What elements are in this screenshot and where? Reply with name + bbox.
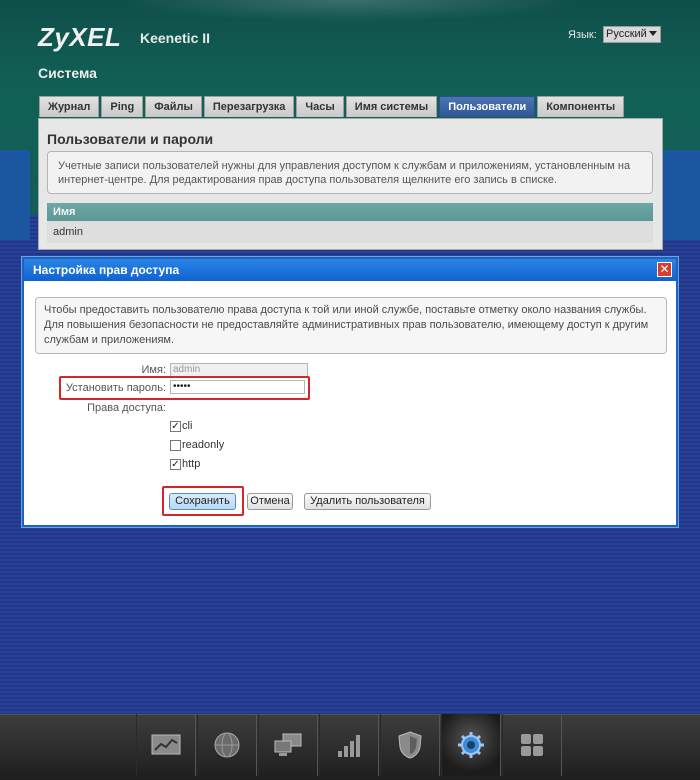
nav-security[interactable] xyxy=(380,714,440,776)
tab-users[interactable]: Пользователи xyxy=(439,96,536,117)
save-button[interactable]: Сохранить xyxy=(169,493,236,510)
apps-grid-icon xyxy=(521,734,543,756)
dialog-info: Чтобы предоставить пользователю права до… xyxy=(35,297,667,354)
chevron-down-icon xyxy=(649,31,657,36)
cancel-button[interactable]: Отмена xyxy=(247,493,293,510)
table-row[interactable]: admin xyxy=(47,221,653,243)
shield-icon xyxy=(398,731,422,759)
background-accent-right xyxy=(660,150,700,240)
language-select-value: Русский xyxy=(606,28,647,40)
nav-system[interactable] xyxy=(441,714,501,776)
nav-wifi[interactable] xyxy=(319,714,379,776)
gear-icon xyxy=(458,732,484,758)
checkbox-cli[interactable]: ✓ xyxy=(170,421,181,432)
dialog-title-text: Настройка прав доступа xyxy=(33,263,180,277)
dialog-title: Настройка прав доступа xyxy=(24,259,676,281)
device-model: Keenetic II xyxy=(140,30,211,46)
network-computers-icon xyxy=(274,733,302,756)
tab-system-name[interactable]: Имя системы xyxy=(345,96,438,117)
nav-home-network[interactable] xyxy=(258,714,318,776)
tab-reboot[interactable]: Перезагрузка xyxy=(203,96,295,117)
users-panel-title: Пользователи и пароли xyxy=(47,131,214,147)
monitor-chart-icon xyxy=(151,734,181,755)
checkbox-cli-label: cli xyxy=(182,420,193,432)
password-label: Установить пароль: xyxy=(65,382,166,394)
background-accent-left xyxy=(0,150,30,240)
language-select[interactable]: Русский xyxy=(603,26,661,43)
nav-applications[interactable] xyxy=(502,714,562,776)
section-title: Система xyxy=(38,65,97,81)
name-label: Имя: xyxy=(141,364,166,376)
signal-bars-icon xyxy=(338,735,360,757)
tab-bar: Журнал Ping Файлы Перезагрузка Часы Имя … xyxy=(39,96,625,118)
tab-ping[interactable]: Ping xyxy=(101,96,144,117)
users-table-header: Имя xyxy=(47,203,653,221)
access-rights-dialog: Настройка прав доступа ✕ Чтобы предостав… xyxy=(22,257,678,527)
name-field: admin xyxy=(170,363,308,377)
language-label: Язык: xyxy=(568,29,597,41)
delete-user-button[interactable]: Удалить пользователя xyxy=(304,493,431,510)
checkbox-http-label: http xyxy=(182,458,201,470)
tab-files[interactable]: Файлы xyxy=(145,96,202,117)
password-field[interactable]: ••••• xyxy=(170,380,305,394)
tab-clock[interactable]: Часы xyxy=(296,96,344,117)
tab-components[interactable]: Компоненты xyxy=(537,96,625,117)
users-panel-info: Учетные записи пользователей нужны для у… xyxy=(47,151,653,194)
brand-logo: ZyXEL xyxy=(38,22,122,52)
tab-journal[interactable]: Журнал xyxy=(39,96,100,117)
checkbox-readonly[interactable] xyxy=(170,440,181,451)
nav-internet[interactable] xyxy=(197,714,257,776)
checkbox-http[interactable]: ✓ xyxy=(170,459,181,470)
close-icon[interactable]: ✕ xyxy=(657,262,672,277)
nav-monitoring[interactable] xyxy=(136,714,196,776)
access-rights-label: Права доступа: xyxy=(87,402,166,414)
checkbox-readonly-label: readonly xyxy=(182,439,225,451)
globe-icon xyxy=(214,732,240,758)
